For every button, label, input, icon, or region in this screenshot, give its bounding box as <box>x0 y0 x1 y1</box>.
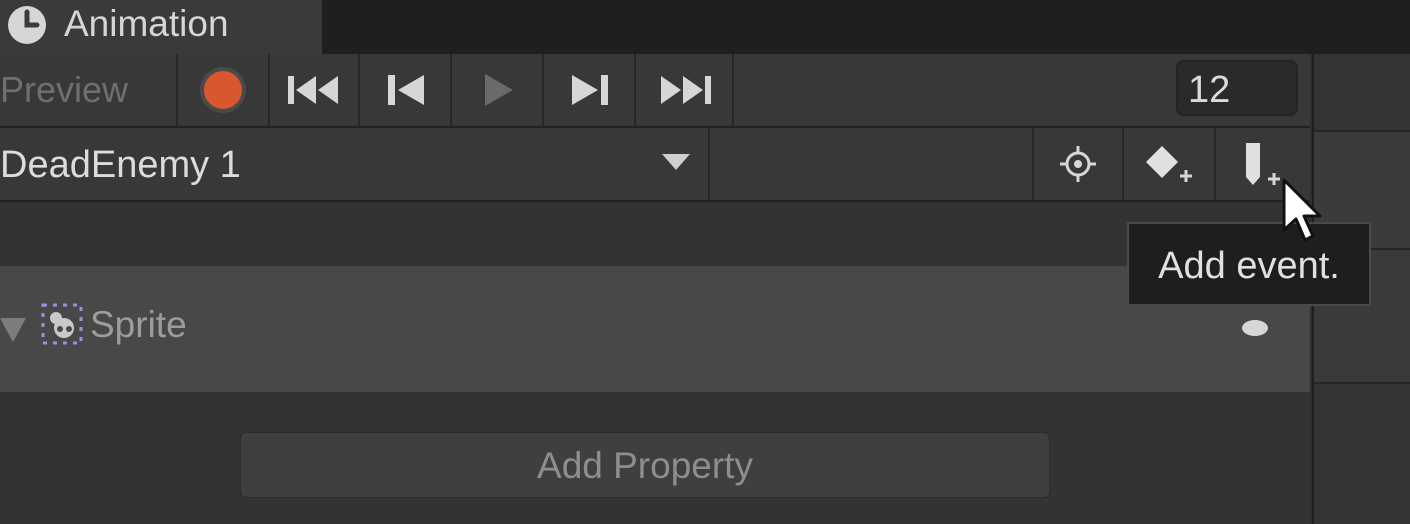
fold-arrow-icon[interactable] <box>0 318 26 342</box>
record-icon <box>204 71 242 109</box>
prev-keyframe-button[interactable] <box>362 54 452 126</box>
first-key-icon <box>288 76 338 104</box>
property-label-sprite: Sprite <box>90 304 187 345</box>
next-keyframe-button[interactable] <box>546 54 636 126</box>
filter-by-selection-button[interactable] <box>1032 128 1122 200</box>
add-property-button[interactable]: Add Property <box>240 432 1050 498</box>
first-keyframe-button[interactable] <box>270 54 360 126</box>
crosshair-icon <box>1060 146 1096 182</box>
preview-toggle[interactable]: Preview <box>0 54 178 126</box>
window-tab-bar: Animation <box>0 0 1410 54</box>
prev-key-icon <box>388 75 424 105</box>
clip-dropdown[interactable]: DeadEnemy 1 <box>0 128 710 200</box>
play-icon <box>485 74 513 106</box>
tab-title: Animation <box>64 3 229 44</box>
chevron-down-icon <box>662 154 690 170</box>
mouse-cursor-icon <box>1282 178 1322 242</box>
property-row-sprite[interactable] <box>0 266 1310 392</box>
frame-field[interactable]: 12 <box>1176 60 1298 116</box>
record-button[interactable] <box>178 54 270 126</box>
clock-icon <box>8 6 46 44</box>
keyframe-dot-icon[interactable] <box>1242 320 1268 336</box>
animation-tab[interactable]: Animation <box>0 0 322 54</box>
animation-window: Animation Preview 12 DeadEnemy 1 Sprite … <box>0 0 1410 524</box>
property-header-spacer <box>0 202 1310 266</box>
sprite-renderer-icon <box>41 303 83 345</box>
play-button[interactable] <box>454 54 544 126</box>
add-keyframe-icon <box>1146 146 1192 182</box>
next-key-icon <box>572 75 608 105</box>
add-event-tooltip: Add event. <box>1127 222 1371 306</box>
add-keyframe-button[interactable] <box>1122 128 1212 200</box>
add-event-icon <box>1246 143 1280 185</box>
last-keyframe-button[interactable] <box>638 54 734 126</box>
clip-name: DeadEnemy 1 <box>0 144 241 186</box>
last-key-icon <box>661 76 711 104</box>
